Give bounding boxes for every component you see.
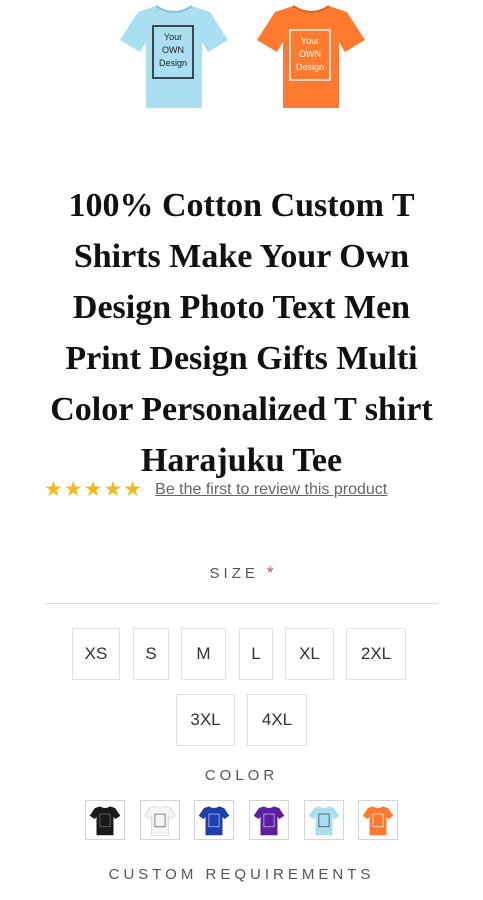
tshirt-image-light-blue[interactable]: Your OWN Design (118, 0, 230, 112)
required-asterisk: * (266, 563, 274, 582)
size-option-xl[interactable]: XL (285, 628, 334, 680)
print-text-line-3: Design (296, 62, 324, 72)
print-text-line-2: OWN (299, 49, 321, 59)
title-line: Shirts Make Your Own (73, 238, 410, 275)
size-option-s[interactable]: S (133, 628, 169, 680)
print-text-line-1: Your (164, 32, 182, 42)
size-option-4xl[interactable]: 4XL (247, 694, 307, 746)
size-option-3xl[interactable]: 3XL (176, 694, 235, 746)
print-text-line-3: Design (159, 58, 187, 68)
tshirt-icon (308, 806, 340, 836)
tshirt-icon: Your OWN Design (120, 5, 228, 108)
product-title: 100% Cotton Custom T Shirts Make Your Ow… (34, 180, 449, 486)
tshirt-icon (362, 806, 394, 836)
title-line: 100% Cotton Custom T (68, 187, 415, 224)
tshirt-icon (198, 806, 230, 836)
size-option-xs[interactable]: XS (72, 628, 120, 680)
product-rating: ★★★★★ Be the first to review this product (44, 478, 444, 502)
tshirt-icon (89, 806, 121, 836)
size-label: SIZE (209, 565, 259, 582)
size-option-l[interactable]: L (239, 628, 273, 680)
tshirt-icon (144, 806, 176, 836)
title-line: Print Design Gifts Multi (65, 340, 418, 377)
color-swatch-white[interactable] (140, 800, 180, 840)
color-swatch-royal-blue[interactable] (194, 800, 234, 840)
write-review-link[interactable]: Be the first to review this product (155, 481, 387, 498)
title-line: Harajuku Tee (140, 442, 343, 479)
star-rating-icon: ★★★★★ (44, 478, 144, 501)
size-option-m[interactable]: M (181, 628, 226, 680)
print-text-line-2: OWN (162, 45, 184, 55)
color-section-label: COLOR (204, 767, 279, 784)
title-line: Design Photo Text Men (72, 289, 411, 326)
divider (45, 603, 438, 604)
tshirt-icon: Your OWN Design (257, 5, 365, 108)
size-option-2xl[interactable]: 2XL (346, 628, 406, 680)
color-swatch-purple[interactable] (249, 800, 289, 840)
custom-requirements-label: CUSTOM REQUIREMENTS (108, 866, 375, 883)
title-line: Color Personalized T shirt (50, 391, 433, 428)
print-text-line-1: Your (301, 36, 319, 46)
tshirt-icon (253, 806, 285, 836)
color-swatch-light-blue[interactable] (304, 800, 344, 840)
product-image-strip: Your OWN Design Your OWN Design (0, 0, 483, 120)
size-section-label: SIZE * (0, 563, 483, 583)
color-swatch-black[interactable] (85, 800, 125, 840)
tshirt-image-orange[interactable]: Your OWN Design (255, 0, 367, 112)
color-swatch-orange[interactable] (358, 800, 398, 840)
